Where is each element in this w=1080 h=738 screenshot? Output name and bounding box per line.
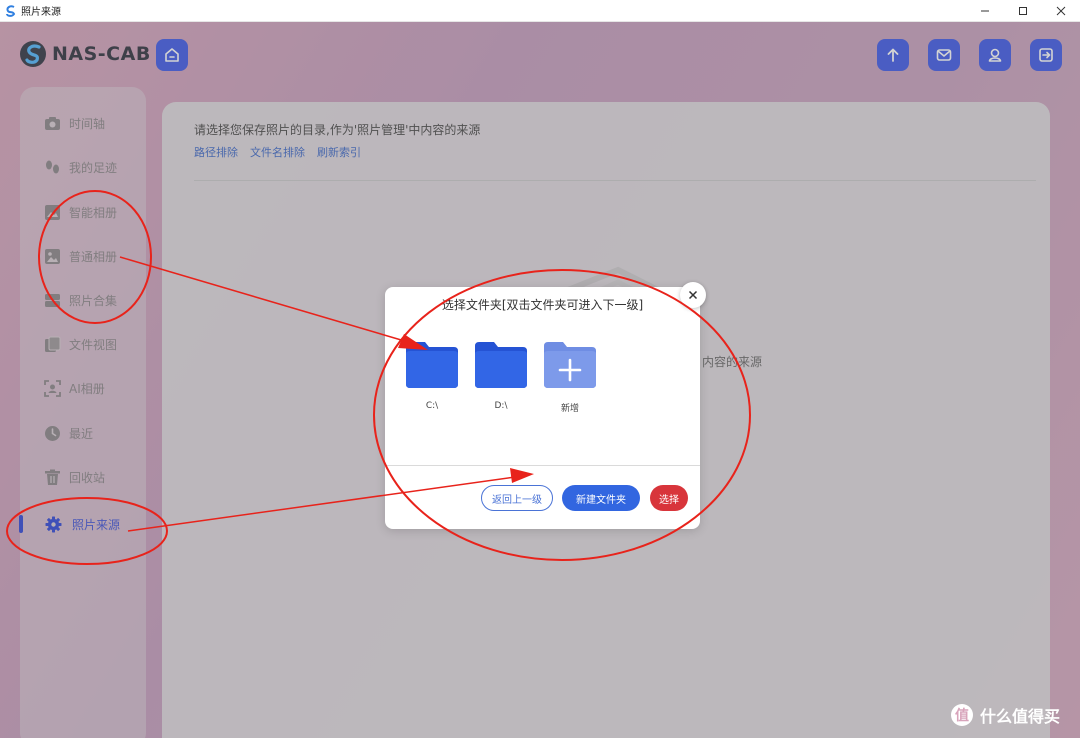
add-folder-icon (544, 342, 596, 388)
watermark: 值 什么值得买 (950, 703, 1060, 727)
watermark-text: 什么值得买 (980, 707, 1061, 726)
window-titlebar: 照片来源 (0, 0, 1080, 22)
folder-select-dialog: 选择文件夹[双击文件夹可进入下一级] C:\ D:\ 新增 返回上一级 新建文件… (385, 282, 706, 529)
watermark-logo-icon: 值 (951, 704, 973, 726)
folder-icon (475, 342, 527, 388)
folder-label-d: D:\ (494, 401, 508, 411)
minimize-icon (981, 10, 989, 12)
maximize-icon (1019, 7, 1027, 15)
close-icon (688, 290, 698, 300)
folder-label-add: 新增 (560, 404, 579, 414)
folder-add-item[interactable] (544, 342, 596, 388)
back-up-level-button[interactable]: 返回上一级 (481, 485, 553, 511)
minimize-button[interactable] (966, 0, 1004, 22)
close-window-button[interactable] (1042, 0, 1080, 22)
close-icon (1056, 6, 1066, 16)
dialog-divider (385, 465, 700, 466)
new-folder-button[interactable]: 新建文件夹 (562, 485, 640, 511)
folder-item-d[interactable] (475, 342, 527, 388)
svg-text:值: 值 (955, 707, 969, 724)
dialog-close-button[interactable] (680, 282, 706, 308)
maximize-button[interactable] (1004, 0, 1042, 22)
dialog-title: 选择文件夹[双击文件夹可进入下一级] (441, 298, 644, 312)
folder-item-c[interactable] (406, 342, 458, 388)
app-icon (6, 4, 16, 17)
window-title: 照片来源 (21, 7, 61, 18)
folder-icon (406, 342, 458, 388)
folder-label-c: C:\ (425, 401, 439, 411)
select-button[interactable]: 选择 (650, 485, 688, 511)
